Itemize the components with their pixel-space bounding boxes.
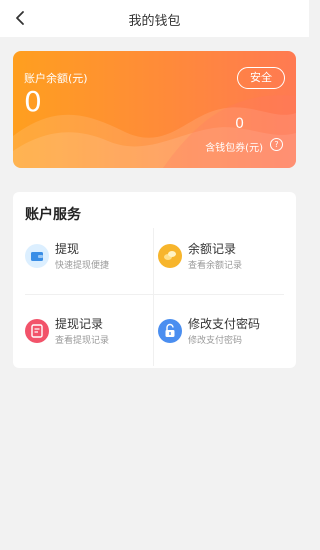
- record-icon: [25, 319, 49, 343]
- service-name: 提现: [55, 242, 80, 256]
- wallet-card: 账户余额(元) 0 安全 0 含钱包券(元) ?: [13, 51, 296, 168]
- balance-label: 账户余额(元): [24, 72, 88, 85]
- service-change-password[interactable]: 修改支付密码 修改支付密码: [158, 313, 286, 353]
- help-icon[interactable]: ?: [270, 138, 283, 151]
- coupon-label: 含钱包券(元): [205, 143, 263, 154]
- service-name: 提现记录: [55, 317, 104, 331]
- coins-icon: [158, 244, 182, 268]
- divider-horizontal: [25, 294, 284, 295]
- coupon-value: 0: [235, 116, 244, 132]
- service-withdraw[interactable]: 提现 快速提现便捷: [25, 238, 153, 278]
- service-name: 修改支付密码: [188, 317, 261, 331]
- service-withdraw-records[interactable]: 提现记录 查看提现记录: [25, 313, 153, 353]
- services-title: 账户服务: [25, 207, 81, 223]
- balance-value: 0: [24, 85, 42, 118]
- service-name: 余额记录: [188, 242, 237, 256]
- divider-vertical: [153, 228, 154, 366]
- lock-icon: [158, 319, 182, 343]
- service-desc: 快速提现便捷: [55, 261, 110, 271]
- service-desc: 查看余额记录: [188, 261, 243, 271]
- nav-bar: 我的钱包: [0, 0, 309, 37]
- service-desc: 查看提现记录: [55, 336, 110, 346]
- safe-button[interactable]: 安全: [237, 67, 285, 89]
- account-services-panel: 账户服务 提现 快速提现便捷 余额记录 查看余额记录 提现记录 查看提现记录 修…: [13, 192, 296, 368]
- service-desc: 修改支付密码: [188, 336, 243, 346]
- service-balance-records[interactable]: 余额记录 查看余额记录: [158, 238, 286, 278]
- wallet-icon: [25, 244, 49, 268]
- page-title: 我的钱包: [128, 14, 181, 29]
